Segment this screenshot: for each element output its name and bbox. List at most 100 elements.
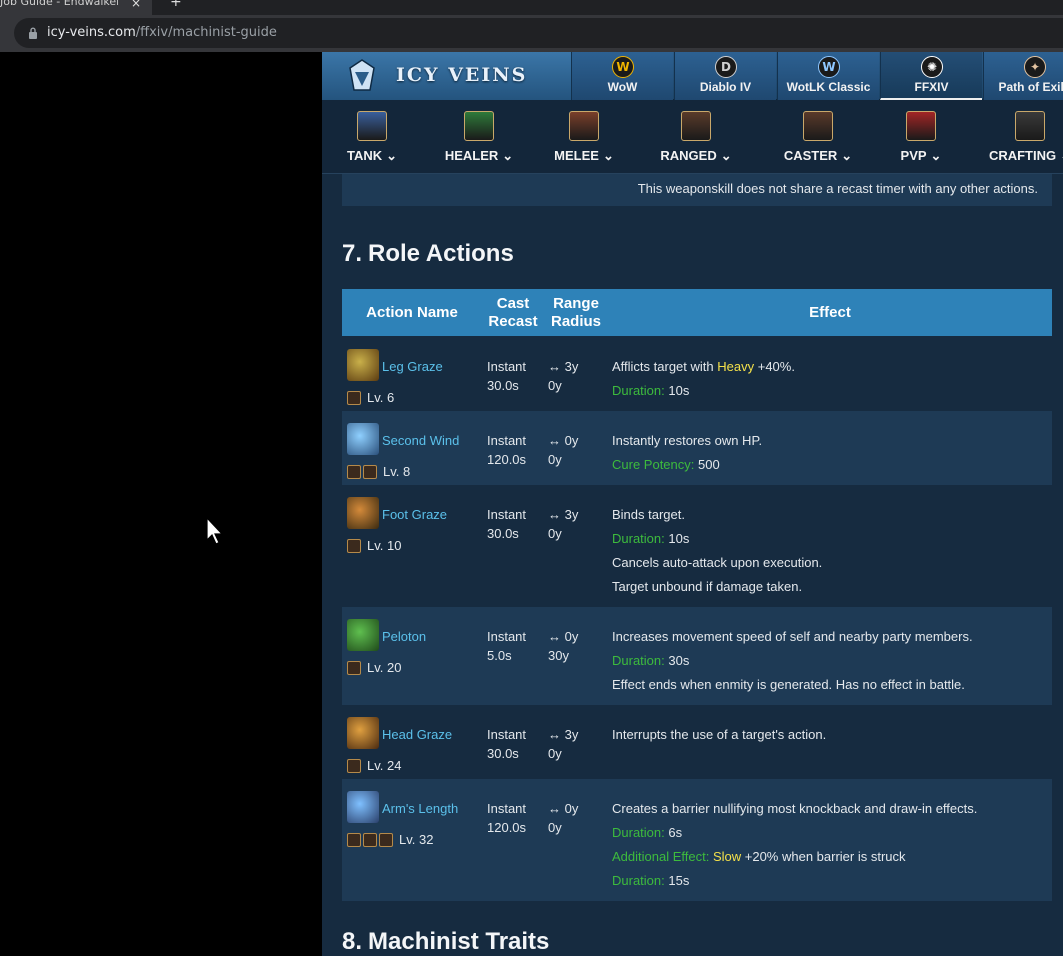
action-name-link[interactable]: Arm's Length xyxy=(382,801,458,816)
radius-value: 0y xyxy=(548,820,562,835)
game-tab[interactable]: W WotLK Classic xyxy=(777,52,879,100)
tab-title: Job Guide - Endwalker xyxy=(0,0,118,8)
job-tag-icon xyxy=(347,661,361,675)
role-menu-crafting[interactable]: CRAFTING⌄ xyxy=(980,111,1063,171)
effect-line: Cure Potency: 500 xyxy=(612,457,720,472)
effect-text: Creates a barrier nullifying most knockb… xyxy=(612,801,978,816)
address-bar[interactable]: icy-veins.com/ffxiv/machinist-guide xyxy=(14,18,1063,48)
action-name-link[interactable]: Leg Graze xyxy=(382,359,443,374)
effect-line: Cancels auto-attack upon execution. xyxy=(612,555,822,570)
header-radius: Radius xyxy=(550,312,601,330)
role-label: CASTER xyxy=(783,148,838,163)
role-label: RANGED xyxy=(660,148,717,163)
logo-text: ICY VEINS xyxy=(396,64,528,86)
browser-toolbar: icy-veins.com/ffxiv/machinist-guide xyxy=(0,15,1063,52)
recast-value: 5.0s xyxy=(487,648,512,663)
role-menu-tank[interactable]: TANK ⌄ xyxy=(322,111,422,171)
website: ICY VEINS W WoW D Diablo IV W WotLK Classic ✺ F… xyxy=(322,52,1063,956)
pvp-swords-icon xyxy=(906,111,936,141)
url-path: /ffxiv/machinist-guide xyxy=(135,25,277,40)
action-icon[interactable] xyxy=(347,791,379,823)
ranged-bow-icon xyxy=(681,111,711,141)
action-name-link[interactable]: Head Graze xyxy=(382,727,452,742)
role-menu-ranged[interactable]: RANGED ⌄ xyxy=(646,111,746,171)
role-menu-melee[interactable]: MELEE ⌄ xyxy=(534,111,634,171)
cast-value: Instant xyxy=(487,801,527,816)
section-title: Machinist Traits xyxy=(368,928,550,955)
previous-table-row: This weaponskill does not share a recast… xyxy=(342,174,1052,206)
role-menu-caster[interactable]: CASTER ⌄ xyxy=(768,111,868,171)
job-tags xyxy=(347,759,361,773)
role-menu-pvp[interactable]: PVP ⌄ xyxy=(871,111,971,171)
action-level: Lv. 6 xyxy=(367,390,395,405)
action-level: Lv. 24 xyxy=(367,758,402,773)
table-row: Second Wind Lv. 8 Instant 120.0s ↔ 0y 0y Insta… xyxy=(342,411,1052,485)
chevron-down-icon: ⌄ xyxy=(720,148,732,163)
chevron-down-icon: ⌄ xyxy=(841,148,853,163)
header-cast-recast: Cast Recast xyxy=(482,289,544,336)
chevron-down-icon: ⌄ xyxy=(930,148,942,163)
url-host: icy-veins.com xyxy=(47,25,136,40)
role-label: TANK xyxy=(346,148,383,163)
effect-text: Target unbound if damage taken. xyxy=(612,579,803,594)
action-name-link[interactable]: Second Wind xyxy=(382,433,459,448)
effect-line: Target unbound if damage taken. xyxy=(612,579,802,594)
role-label-wrap: CASTER ⌄ xyxy=(768,148,868,164)
range-value: ↔ 0y xyxy=(548,433,579,448)
action-icon[interactable] xyxy=(347,619,379,651)
effect-text: 15s xyxy=(664,873,690,888)
tank-shield-icon xyxy=(357,111,387,141)
job-tag-icon xyxy=(347,539,361,553)
recast-note: This weaponskill does not share a recast… xyxy=(637,181,1038,196)
effect-line: Duration: 6s xyxy=(612,825,682,840)
recast-value: 120.0s xyxy=(487,452,527,467)
game-tab-label: WoW xyxy=(607,80,638,94)
url-text: icy-veins.com/ffxiv/machinist-guide xyxy=(47,25,277,40)
effect-keyword: Cure Potency: xyxy=(612,457,695,472)
wotlk-icon: W xyxy=(818,56,840,78)
chevron-down-icon: ⌄ xyxy=(386,148,398,163)
effect-text: Afflicts target with xyxy=(612,359,718,374)
recast-value: 30.0s xyxy=(487,378,519,393)
role-label: PVP xyxy=(900,148,927,163)
game-tab-label: Diablo IV xyxy=(699,80,752,94)
effect-keyword: Duration: xyxy=(612,653,665,668)
action-icon[interactable] xyxy=(347,497,379,529)
range-value: ↔ 0y xyxy=(548,629,579,644)
role-label-wrap: CRAFTING⌄ xyxy=(980,148,1063,164)
game-tab[interactable]: D Diablo IV xyxy=(674,52,776,100)
new-tab-button[interactable]: + xyxy=(170,0,182,10)
game-tab[interactable]: ✦ Path of Exile xyxy=(983,52,1063,100)
job-tag-icon xyxy=(363,833,377,847)
action-icon[interactable] xyxy=(347,717,379,749)
effect-text: +20% when barrier is struck xyxy=(741,849,906,864)
icy-veins-logo[interactable]: ICY VEINS xyxy=(322,52,571,100)
game-tab[interactable]: W WoW xyxy=(571,52,673,100)
job-tags xyxy=(347,391,361,405)
cast-value: Instant xyxy=(487,507,527,522)
job-tag-icon xyxy=(347,391,361,405)
effect-keyword: Duration: xyxy=(612,383,665,398)
job-tag-icon xyxy=(347,465,361,479)
lock-icon[interactable] xyxy=(28,27,38,39)
action-name-link[interactable]: Peloton xyxy=(382,629,426,644)
action-icon[interactable] xyxy=(347,423,379,455)
game-tab[interactable]: ✺ FFXIV xyxy=(880,52,982,100)
role-menu-healer[interactable]: HEALER ⌄ xyxy=(429,111,529,171)
action-name-link[interactable]: Foot Graze xyxy=(382,507,447,522)
header-range-radius: Range Radius xyxy=(544,289,608,336)
radius-value: 0y xyxy=(548,452,562,467)
effect-text: Cancels auto-attack upon execution. xyxy=(612,555,823,570)
effect-keyword: Duration: xyxy=(612,873,665,888)
role-label: CRAFTING xyxy=(988,148,1057,163)
table-row: Arm's Length Lv. 32 Instant 120.0s ↔ 0y 0y Cre… xyxy=(342,779,1052,901)
browser-tab[interactable]: Job Guide - Endwalker × xyxy=(0,0,152,15)
effect-text: 30s xyxy=(664,653,690,668)
action-icon[interactable] xyxy=(347,349,379,381)
tab-close-icon[interactable]: × xyxy=(131,0,141,10)
effect-text: Binds target. xyxy=(612,507,685,522)
recast-value: 120.0s xyxy=(487,820,527,835)
effect-line: Additional Effect: Slow +20% when barrie… xyxy=(612,849,906,864)
screen: Job Guide - Endwalker × + icy-veins.com/… xyxy=(0,0,1063,956)
role-label-wrap: RANGED ⌄ xyxy=(646,148,746,164)
